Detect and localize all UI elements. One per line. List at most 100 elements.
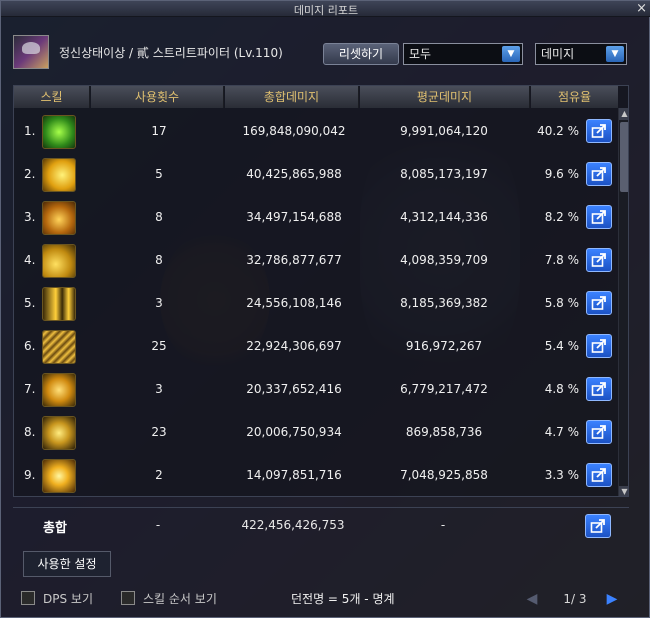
footer: DPS 보기 스킬 순서 보기 던전명 = 5개 - 명계 ◀ 1/ 3 ▶: [1, 583, 650, 618]
share-icon: [591, 210, 606, 224]
header: 정신상태이상 / 貳 스트리트파이터 (Lv.110) 리셋하기 모두 ▼ 데미…: [13, 35, 643, 69]
used-settings-tab[interactable]: 사용한 설정: [23, 551, 111, 577]
table-row: 3. 8 34,497,154,688 4,312,144,336 8.2 %: [14, 196, 618, 239]
skill-order-label: 스킬 순서 보기: [143, 592, 217, 606]
prev-arrow-icon[interactable]: ◀: [523, 590, 541, 608]
filter-select[interactable]: 모두 ▼: [403, 43, 523, 65]
row-uses: 25: [151, 339, 167, 353]
damage-report-window: 데미지 리포트 × 정신상태이상 / 貳 스트리트파이터 (Lv.110) 리셋…: [0, 0, 650, 618]
row-uses: 3: [155, 382, 163, 396]
skill-icon-7: [42, 373, 76, 407]
table-row: 4. 8 32,786,877,677 4,098,359,709 7.8 %: [14, 239, 618, 282]
skill-icon-6: [42, 330, 76, 364]
skill-icon-1: [42, 115, 76, 149]
row-total-damage: 32,786,877,677: [246, 253, 342, 267]
total-uses: -: [155, 518, 161, 532]
share-icon: [591, 296, 606, 310]
row-total-damage: 169,848,090,042: [242, 124, 346, 138]
total-label: 총합: [43, 521, 67, 536]
skill-icon-2: [42, 158, 76, 192]
share-button[interactable]: [586, 420, 612, 444]
row-uses: 23: [151, 425, 167, 439]
row-avg-damage: 869,858,736: [405, 425, 483, 439]
skill-order-checkbox[interactable]: [121, 591, 135, 605]
column-share: 점유율: [531, 86, 618, 108]
row-total-damage: 14,097,851,716: [246, 468, 342, 482]
share-icon: [591, 253, 606, 267]
table-row: 6. 25 22,924,306,697 916,972,267 5.4 %: [14, 325, 618, 368]
row-share: 4.7 %: [544, 425, 579, 439]
row-avg-damage: 9,991,064,120: [400, 124, 488, 138]
row-avg-damage: 8,085,173,197: [400, 167, 488, 181]
dps-checkbox[interactable]: [21, 591, 35, 605]
skill-icon-9: [42, 459, 76, 493]
character-avatar: [13, 35, 49, 69]
row-share: 40.2 %: [537, 124, 579, 138]
share-button[interactable]: [586, 162, 612, 186]
scrollbar[interactable]: ▲ ▼: [618, 108, 628, 496]
total-avg: -: [440, 518, 446, 532]
share-button[interactable]: [586, 377, 612, 401]
share-button-total[interactable]: [585, 514, 611, 538]
table-row: 8. 23 20,006,750,934 869,858,736 4.7 %: [14, 411, 618, 454]
share-button[interactable]: [586, 334, 612, 358]
pager: ◀ 1/ 3 ▶: [523, 588, 623, 610]
filter-select-value: 모두: [409, 47, 432, 61]
close-button[interactable]: ×: [636, 1, 647, 16]
share-icon: [591, 167, 606, 181]
skill-icon-8: [42, 416, 76, 450]
share-button[interactable]: [586, 291, 612, 315]
scroll-up-icon[interactable]: ▲: [619, 108, 628, 120]
chevron-down-icon: ▼: [606, 46, 624, 62]
row-total-damage: 40,425,865,988: [246, 167, 342, 181]
share-button[interactable]: [586, 463, 612, 487]
share-icon: [591, 339, 606, 353]
row-avg-damage: 4,098,359,709: [400, 253, 488, 267]
row-total-damage: 24,556,108,146: [246, 296, 342, 310]
table-row: 2. 5 40,425,865,988 8,085,173,197 9.6 %: [14, 153, 618, 196]
damage-table: 스킬 사용횟수 총합데미지 평균데미지 점유율 1. 17 169,848,090,…: [13, 85, 629, 497]
row-total-damage: 34,497,154,688: [246, 210, 342, 224]
share-button[interactable]: [586, 205, 612, 229]
row-avg-damage: 6,779,217,472: [400, 382, 488, 396]
column-total: 총합데미지: [225, 86, 359, 108]
row-total-damage: 22,924,306,697: [246, 339, 342, 353]
chevron-down-icon: ▼: [502, 46, 520, 62]
skill-icon-5: [42, 287, 76, 321]
column-uses: 사용횟수: [91, 86, 224, 108]
metric-select-value: 데미지: [541, 47, 575, 61]
row-uses: 2: [155, 468, 163, 482]
dungeon-info: 던전명 = 5개 - 명계: [291, 592, 395, 606]
share-icon: [591, 124, 606, 138]
page-indicator: 1/ 3: [563, 592, 587, 606]
share-button[interactable]: [586, 248, 612, 272]
total-damage: 422,456,426,753: [241, 518, 345, 532]
row-uses: 8: [155, 210, 163, 224]
row-avg-damage: 7,048,925,858: [400, 468, 488, 482]
reset-button[interactable]: 리셋하기: [323, 43, 399, 65]
table-header: 스킬 사용횟수 총합데미지 평균데미지 점유율: [14, 86, 618, 108]
next-arrow-icon[interactable]: ▶: [603, 590, 621, 608]
table-row: 5. 3 24,556,108,146 8,185,369,382 5.8 %: [14, 282, 618, 325]
skill-icon-4: [42, 244, 76, 278]
row-share: 9.6 %: [544, 167, 579, 181]
scroll-down-icon[interactable]: ▼: [619, 486, 628, 496]
share-icon: [591, 425, 606, 439]
table-row: 7. 3 20,337,652,416 6,779,217,472 4.8 %: [14, 368, 618, 411]
row-share: 5.8 %: [544, 296, 579, 310]
column-avg: 평균데미지: [360, 86, 530, 108]
skill-icon-3: [42, 201, 76, 235]
share-button[interactable]: [586, 119, 612, 143]
row-total-damage: 20,337,652,416: [246, 382, 342, 396]
row-total-damage: 20,006,750,934: [246, 425, 342, 439]
row-uses: 8: [155, 253, 163, 267]
row-share: 3.3 %: [544, 468, 579, 482]
column-skill: 스킬: [14, 86, 90, 108]
row-avg-damage: 916,972,267: [405, 339, 483, 353]
title-bar: 데미지 리포트 ×: [1, 1, 650, 17]
metric-select[interactable]: 데미지 ▼: [535, 43, 627, 65]
window-title: 데미지 리포트: [293, 4, 359, 17]
row-uses: 5: [155, 167, 163, 181]
scroll-thumb[interactable]: [620, 122, 628, 192]
share-icon: [590, 519, 605, 533]
